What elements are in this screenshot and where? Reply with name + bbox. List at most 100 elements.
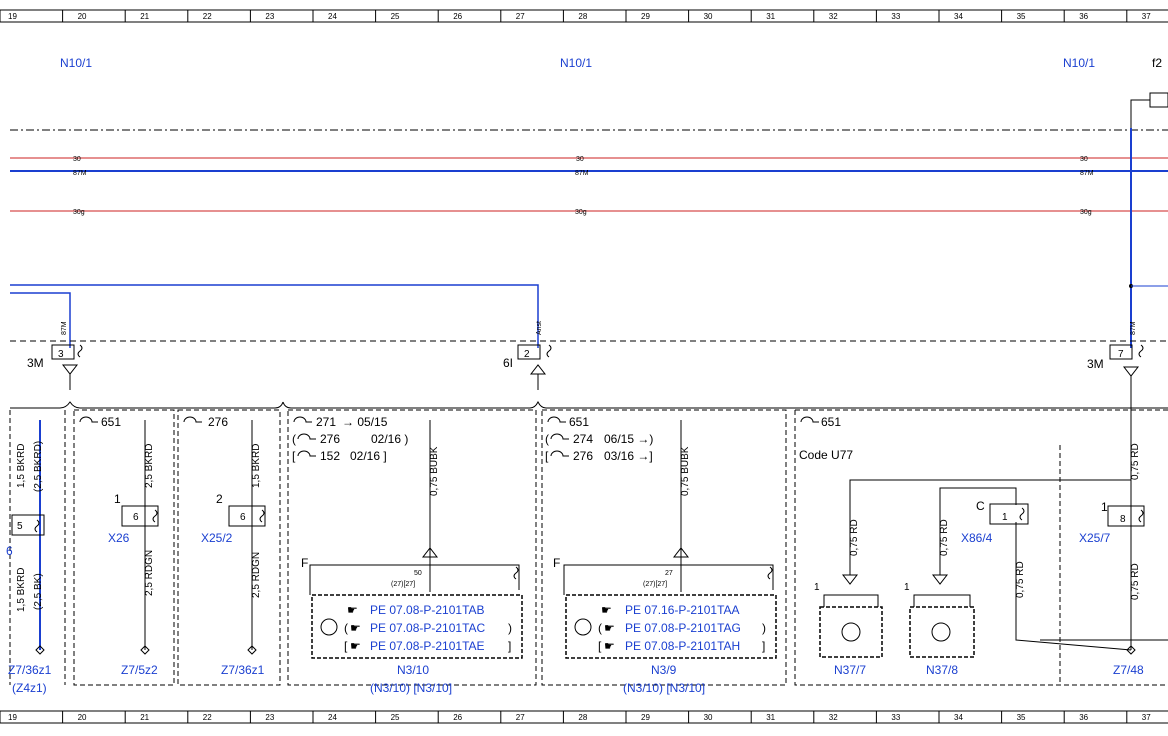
svg-text:2: 2 <box>524 349 530 360</box>
pointer-icon: ☛ <box>350 639 361 653</box>
svg-text:30: 30 <box>73 156 81 163</box>
code-icon <box>79 416 98 423</box>
svg-text:N37/8: N37/8 <box>926 663 958 677</box>
column-number: 23 <box>265 12 274 21</box>
svg-text:1: 1 <box>1002 512 1008 523</box>
bus-30: 30 30 30 <box>10 156 1168 163</box>
module-n3-9: 651 ( 274 06/15 →) [ 276 03/16 →] 0,75 B… <box>545 415 777 695</box>
column-number: 29 <box>641 12 650 21</box>
svg-text:[: [ <box>344 639 348 653</box>
svg-text:): ) <box>762 621 766 635</box>
column-number: 35 <box>1017 12 1026 21</box>
svg-text:PE 07.08-P-2101TAE: PE 07.08-P-2101TAE <box>370 639 485 653</box>
svg-text:(: ( <box>292 432 296 446</box>
svg-text:6I: 6I <box>503 356 513 370</box>
svg-text:30g: 30g <box>575 209 587 216</box>
header-label: N10/1 <box>560 56 592 70</box>
module-partial-left: 1,5 BKRD (2,5 BKRD) 5 6 1,5 BKRD (2,5 BK… <box>6 420 52 695</box>
pointer-icon: ☛ <box>604 639 615 653</box>
svg-text:X86/4: X86/4 <box>961 531 993 545</box>
code-icon <box>550 433 569 440</box>
column-number: 19 <box>8 12 17 21</box>
bus-30g: 30g 30g 30g <box>10 209 1168 216</box>
code-icon <box>183 416 202 423</box>
svg-text:Z7/5z2: Z7/5z2 <box>121 663 158 677</box>
svg-text:87M: 87M <box>1130 321 1137 335</box>
svg-text:→ 05/15: → 05/15 <box>342 415 388 429</box>
svg-text:Code U77: Code U77 <box>799 448 853 462</box>
column-number: 31 <box>766 12 775 21</box>
column-number: 25 <box>391 12 400 21</box>
pointer-icon: ☛ <box>350 621 361 635</box>
svg-text:152: 152 <box>320 449 340 463</box>
column-number: 21 <box>140 12 149 21</box>
column-number: 27 <box>516 12 525 21</box>
column-number: 30 <box>704 12 713 21</box>
pointer-icon: ☛ <box>604 621 615 635</box>
column-number: 24 <box>328 713 337 722</box>
column-number: 36 <box>1079 12 1088 21</box>
column-number: 32 <box>829 12 838 21</box>
column-number: 30 <box>704 713 713 722</box>
svg-text:F: F <box>553 556 560 570</box>
svg-text:PE 07.08-P-2101TAH: PE 07.08-P-2101TAH <box>625 639 740 653</box>
code-icon <box>297 450 316 457</box>
svg-text:0,75 RD: 0,75 RD <box>1130 443 1141 480</box>
svg-text:276: 276 <box>573 449 593 463</box>
column-number: 37 <box>1142 12 1151 21</box>
code-icon <box>800 416 819 423</box>
svg-text:PE 07.08-P-2101TAB: PE 07.08-P-2101TAB <box>370 603 485 617</box>
module-x25-2: 276 1,5 BKRD 2 6 X25/2 2,5 RDGN Z7/36z1 <box>183 415 266 677</box>
svg-text:Z7/36z1: Z7/36z1 <box>221 663 265 677</box>
wiring-diagram: 19 20 21 22 23 24 25 26 27 28 29 30 31 32 33 34 35 36 37 1… <box>0 9 1168 724</box>
svg-text:6: 6 <box>6 544 13 558</box>
header-label: N10/1 <box>1063 56 1095 70</box>
column-number: 27 <box>516 713 525 722</box>
transistor-icon <box>841 622 861 642</box>
svg-text:(: ( <box>598 621 602 635</box>
code-icon <box>550 450 569 457</box>
svg-text:0,75 RD: 0,75 RD <box>939 519 950 556</box>
svg-text:]: ] <box>508 639 511 653</box>
transistor-icon <box>320 618 338 636</box>
column-number: 20 <box>78 713 87 722</box>
svg-text:[: [ <box>598 639 602 653</box>
svg-text:N3/9: N3/9 <box>651 663 677 677</box>
pointer-icon: ☛ <box>347 603 358 617</box>
svg-text:1: 1 <box>814 582 820 593</box>
svg-text:87M: 87M <box>61 321 68 335</box>
svg-text:(2,5 BK): (2,5 BK) <box>33 573 44 610</box>
svg-text:[: [ <box>545 449 549 463</box>
column-number: 34 <box>954 12 963 21</box>
svg-text:3: 3 <box>58 349 64 360</box>
column-number: 19 <box>8 713 17 722</box>
column-number: 31 <box>766 713 775 722</box>
svg-text:(Z4z1): (Z4z1) <box>12 681 47 695</box>
svg-text:02/16 ): 02/16 ) <box>371 432 408 446</box>
svg-text:0,75 RD: 0,75 RD <box>849 519 860 556</box>
svg-text:1: 1 <box>114 492 121 506</box>
splice-connector: 87M 7 3M <box>1087 321 1144 440</box>
svg-text:(: ( <box>344 621 348 635</box>
svg-text:Anst: Anst <box>536 321 543 335</box>
svg-text:30g: 30g <box>73 209 85 216</box>
svg-text:Z7/36z1: Z7/36z1 <box>8 663 52 677</box>
svg-text:]: ] <box>762 639 765 653</box>
column-number: 33 <box>891 12 900 21</box>
svg-text:(27)[27]: (27)[27] <box>391 581 415 588</box>
svg-text:[: [ <box>292 449 296 463</box>
svg-text:1: 1 <box>904 582 910 593</box>
svg-text:F: F <box>301 556 308 570</box>
column-number: 22 <box>203 12 212 21</box>
column-number: 34 <box>954 713 963 722</box>
svg-text:3M: 3M <box>1087 357 1104 371</box>
svg-text:): ) <box>508 621 512 635</box>
header-label: f2 <box>1152 56 1162 70</box>
column-number: 20 <box>78 12 87 21</box>
svg-text:87M: 87M <box>73 170 87 177</box>
svg-text:06/15 →): 06/15 →) <box>604 432 653 446</box>
column-ruler-bottom: 19 20 21 22 23 24 25 26 27 28 29 30 31 32 33 34 35 36 37 <box>0 710 1168 724</box>
column-number: 23 <box>265 713 274 722</box>
svg-text:0,75 RD: 0,75 RD <box>1015 561 1026 598</box>
module-n3-10: 271 → 05/15 ( 276 02/16 ) [ 152 02/16 ] … <box>292 415 523 695</box>
